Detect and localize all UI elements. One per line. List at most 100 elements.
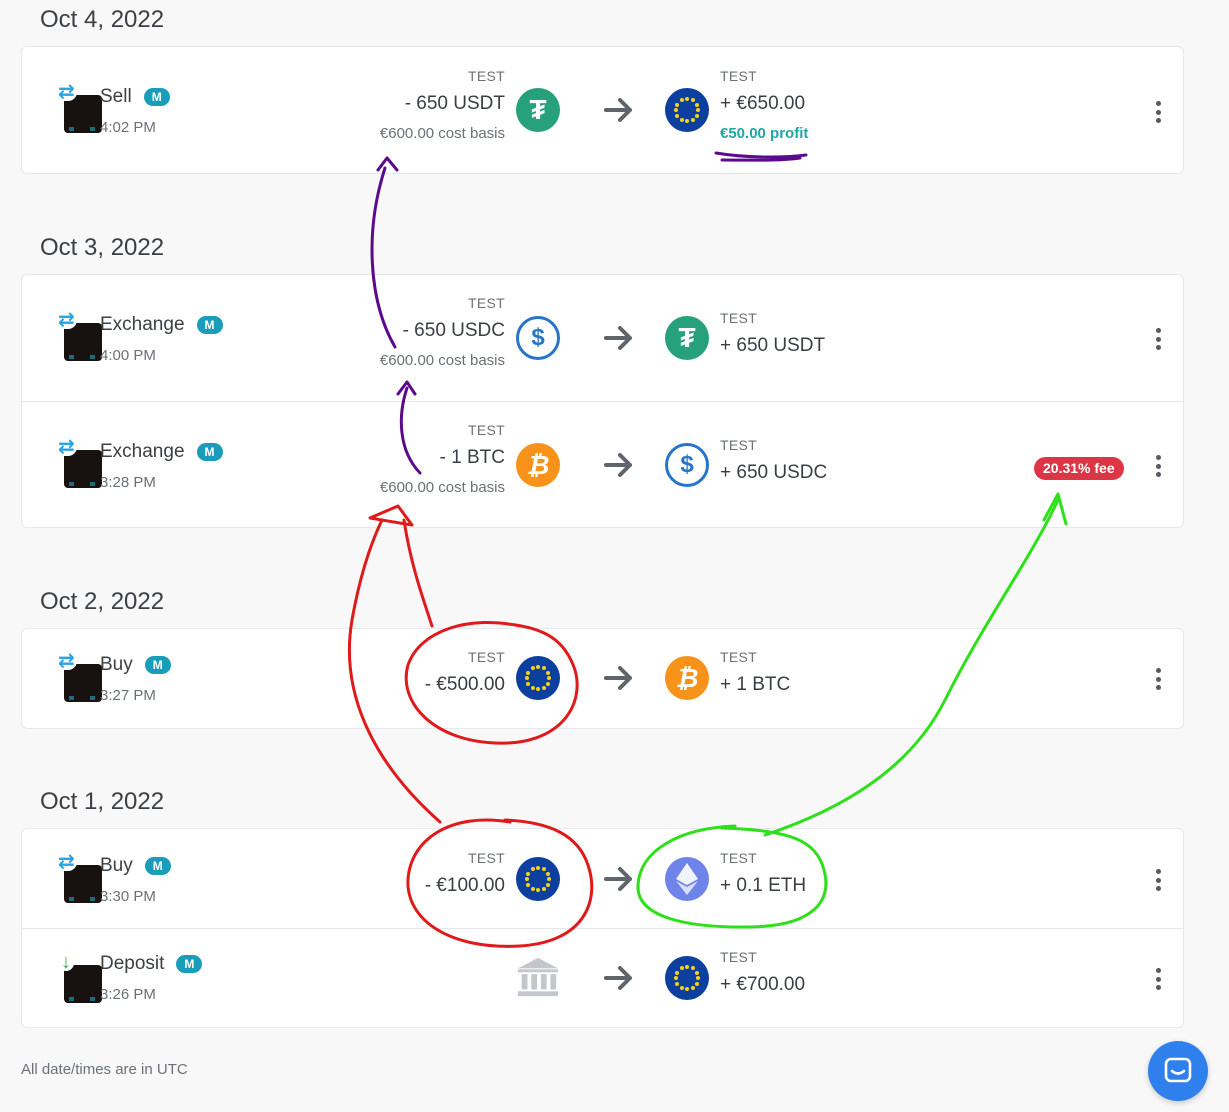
eu-star [547,676,551,680]
transaction-type-icon: ⇄ [42,852,102,903]
eu-star [541,867,546,872]
arrow-right-icon [604,867,632,891]
eu-star [530,666,535,671]
eu-star [526,670,531,675]
arrow-right-icon [604,666,632,690]
eu-star [545,681,550,686]
eu-star [536,687,540,691]
arrow-right-icon [604,326,632,350]
eu-star [696,108,700,112]
transaction-type-icon: ⇄ [42,651,102,702]
cost-basis: €600.00 cost basis [379,479,505,496]
usdc-icon: $ [665,443,709,487]
transaction-time: 3:30 PM [100,888,156,905]
profit-value: €50.00 profit [720,125,809,142]
manual-badge: M [196,316,223,334]
eu-star [674,108,678,112]
cost-basis: €600.00 cost basis [379,352,505,369]
more-options-icon[interactable] [1153,328,1163,350]
eu-star [694,113,699,118]
transaction-row[interactable]: ⇄ Exchange M 4:00 PM TEST - 650 USDC €60… [22,275,1183,401]
exchange-arrows-icon: ⇄ [56,309,77,331]
transaction-type: Deposit [100,953,165,974]
eu-star [675,981,680,986]
transaction-group: ⇄ Buy M 3:30 PM TEST - €100.00 TEST + 0.… [21,828,1184,1028]
to-wallet-label: TEST [720,310,757,326]
transaction-row[interactable]: ⇄ Exchange M 3:28 PM TEST - 1 BTC €600.0… [22,401,1183,527]
more-options-icon[interactable] [1153,968,1163,990]
eu-star [536,888,540,892]
more-options-icon[interactable] [1153,869,1163,891]
timezone-note: All date/times are in UTC [21,1061,188,1078]
to-amount: + €650.00 [720,93,806,114]
from-wallet-label: TEST [468,422,505,438]
eur-icon [665,88,709,132]
eu-star [685,987,689,991]
eu-star [694,970,699,975]
eu-star [679,966,684,971]
eur-icon [516,857,560,901]
btc-icon: ₿ [665,656,709,700]
eu-star [530,685,535,690]
usdt-icon: ₮ [665,316,709,360]
exchange-arrows-icon: ⇄ [56,81,77,103]
transaction-type: Sell [100,86,132,107]
eu-star [536,866,540,870]
arrow-right-icon [604,453,632,477]
transaction-time: 3:28 PM [100,474,156,491]
date-heading: Oct 2, 2022 [40,588,165,615]
transaction-type: Exchange [100,314,185,335]
cost-basis: €600.00 cost basis [379,125,505,142]
from-amount: - 1 BTC [439,447,505,468]
eu-star [685,119,689,123]
more-options-icon[interactable] [1153,455,1163,477]
eu-star [541,685,546,690]
from-amount: - 650 USDT [404,93,505,114]
eu-star [674,976,678,980]
to-wallet-label: TEST [720,649,757,665]
transaction-row[interactable]: ⇄ Buy M 3:27 PM TEST - €500.00 ₿ TEST + … [22,629,1183,728]
to-amount: + 1 BTC [720,674,791,695]
to-wallet-label: TEST [720,68,757,84]
transaction-time: 3:26 PM [100,986,156,1003]
eu-star [679,98,684,103]
eu-star [694,102,699,107]
eth-icon [665,857,709,901]
eur-icon [516,656,560,700]
eu-star [530,886,535,891]
arrow-right-icon [604,98,632,122]
eu-star [690,117,695,122]
to-wallet-label: TEST [720,850,757,866]
more-options-icon[interactable] [1153,101,1163,123]
transaction-group: ⇄ Sell M 4:02 PM TEST - 650 USDT €600.00… [21,46,1184,174]
transaction-row[interactable]: ↓ Deposit M 3:26 PM TEST + €700.00 [22,928,1183,1027]
transaction-row[interactable]: ⇄ Sell M 4:02 PM TEST - 650 USDT €600.00… [22,47,1183,173]
more-options-icon[interactable] [1153,668,1163,690]
from-wallet-label: TEST [468,850,505,866]
eu-star [526,882,531,887]
from-wallet-label: TEST [468,295,505,311]
manual-badge: M [196,443,223,461]
manual-badge: M [143,88,170,106]
eu-star [675,102,680,107]
eu-star [685,965,689,969]
transaction-type: Buy [100,654,133,675]
exchange-arrows-icon: ⇄ [56,436,77,458]
to-amount: + €700.00 [720,974,806,995]
arrow-right-icon [604,966,632,990]
to-amount: + 0.1 ETH [720,875,807,896]
exchange-arrows-icon: ⇄ [56,650,77,672]
eu-star [690,966,695,971]
exchange-arrows-icon: ⇄ [56,851,77,873]
eur-icon [665,956,709,1000]
eu-star [679,117,684,122]
eu-star [690,98,695,103]
from-amount: - 650 USDC [402,320,505,341]
transaction-time: 3:27 PM [100,687,156,704]
eu-star [526,681,531,686]
chat-button[interactable] [1148,1041,1208,1101]
eu-star [679,985,684,990]
to-wallet-label: TEST [720,949,757,965]
eu-star [694,981,699,986]
transaction-row[interactable]: ⇄ Buy M 3:30 PM TEST - €100.00 TEST + 0.… [22,829,1183,928]
